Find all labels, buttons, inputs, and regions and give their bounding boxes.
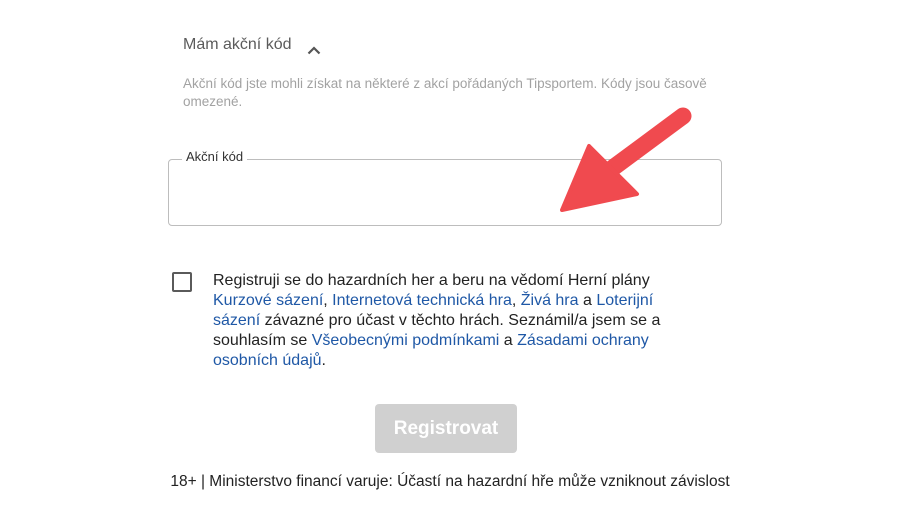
promo-code-field-label: Akční kód	[182, 149, 247, 164]
link-vseobecne-podminky[interactable]: Všeobecnými podmínkami	[312, 332, 500, 349]
link-kurzove-sazeni[interactable]: Kurzové sázení	[213, 292, 323, 309]
link-ziva-hra[interactable]: Živá hra	[521, 292, 579, 309]
consent-text-part: a	[499, 332, 517, 349]
chevron-up-icon	[307, 42, 321, 52]
consent-text: Registruji se do hazardních her a beru n…	[213, 271, 703, 371]
register-button[interactable]: Registrovat	[375, 404, 517, 453]
promo-toggle-label: Mám akční kód	[183, 36, 291, 54]
consent-text-part: ,	[323, 292, 332, 309]
gambling-warning: 18+ | Ministerstvo financí varuje: Účast…	[0, 473, 900, 491]
promo-code-toggle[interactable]: Mám akční kód	[183, 36, 321, 54]
consent-text-part: Registruji se do hazardních her a beru n…	[213, 272, 650, 289]
consent-checkbox[interactable]	[172, 272, 192, 292]
consent-text-part: a	[579, 292, 597, 309]
link-internetova-technicka-hra[interactable]: Internetová technická hra	[332, 292, 512, 309]
consent-text-part: .	[322, 352, 326, 369]
red-arrow-icon	[540, 96, 710, 226]
consent-text-part: ,	[512, 292, 521, 309]
